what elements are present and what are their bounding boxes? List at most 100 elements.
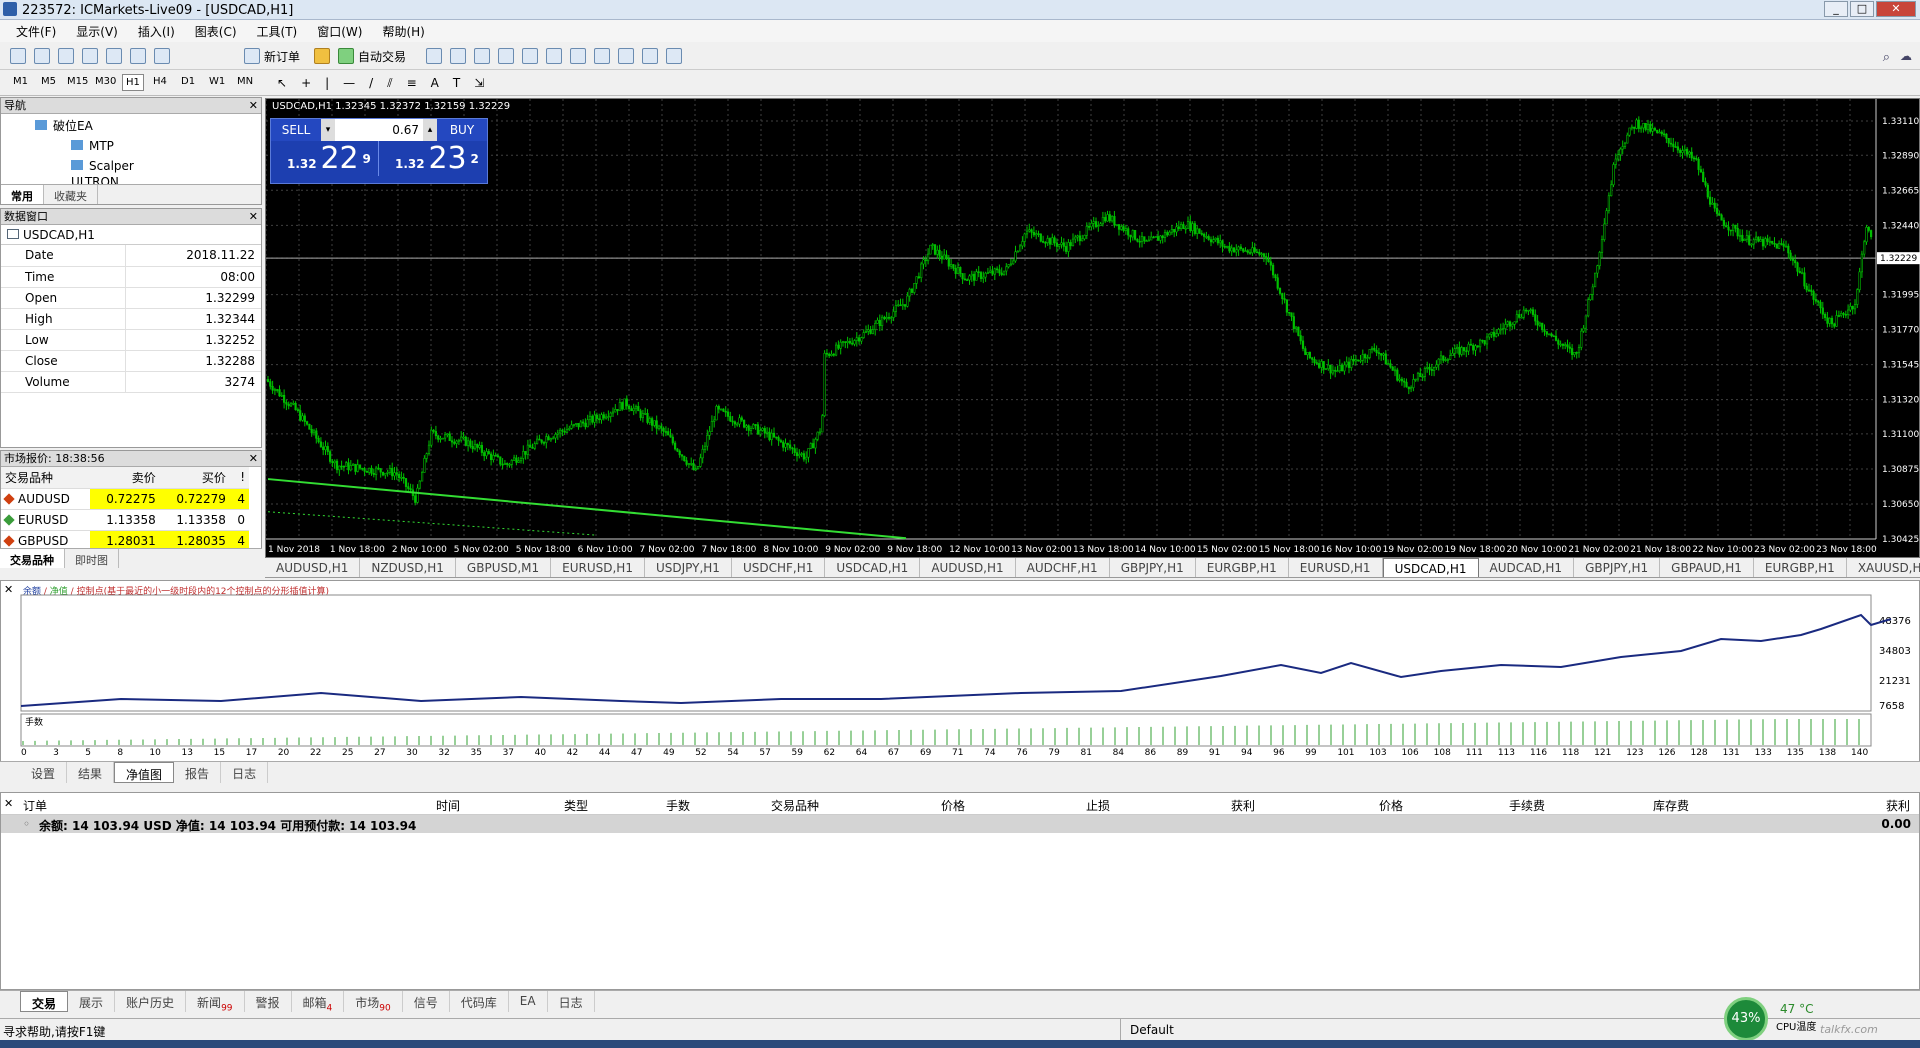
terminal-tab[interactable]: 市场90 [344,991,403,1013]
trendline-icon[interactable]: / [369,76,373,90]
tab-favorites[interactable]: 收藏夹 [44,185,98,204]
chart-tab[interactable]: EURGBP,H1 [1754,558,1847,577]
menu-help[interactable]: 帮助(H) [372,23,434,40]
close-icon[interactable]: ✕ [4,797,13,810]
close-icon[interactable]: ✕ [249,209,258,224]
orders-column-header[interactable]: 订单 [23,797,47,814]
tree-item-scalper[interactable]: Scalper [35,156,261,176]
orders-column-header[interactable]: 手续费 [1509,797,1545,814]
close-icon[interactable]: ✕ [249,98,258,113]
templates-icon[interactable] [666,48,682,64]
terminal-tab[interactable]: 邮箱4 [292,991,345,1013]
zoom-out-icon[interactable] [522,48,538,64]
zoom-in-icon[interactable] [498,48,514,64]
menu-window[interactable]: 窗口(W) [307,23,372,40]
tf-m30[interactable]: M30 [92,74,119,89]
chart-tab[interactable]: USDCAD,H1 [1382,558,1479,577]
chart-tab[interactable]: NZDUSD,H1 [360,558,456,577]
candlestick-chart[interactable]: 1.331101.328901.326651.324401.322291.319… [266,99,1920,559]
table-row[interactable]: AUDUSD 0.72275 0.72279 4 [1,488,249,510]
menu-file[interactable]: 文件(F) [6,23,66,40]
tester-tab[interactable]: 净值图 [114,762,175,783]
chart-tab[interactable]: USDCHF,H1 [732,558,826,577]
chat-icon[interactable]: ☁ [1900,49,1912,63]
tester-icon[interactable] [154,48,170,64]
tf-m5[interactable]: M5 [38,74,59,89]
profiles-icon[interactable] [34,48,50,64]
auto-scroll-icon[interactable] [594,48,610,64]
navigator-icon[interactable] [82,48,98,64]
horizontal-line-icon[interactable]: — [343,76,355,90]
orders-column-header[interactable]: 交易品种 [771,797,819,814]
col-ask[interactable]: 买价 [159,467,230,489]
menu-view[interactable]: 显示(V) [66,23,128,40]
tf-d1[interactable]: D1 [178,74,198,89]
metaeditor-icon[interactable] [314,48,330,64]
chart-tab[interactable]: AUDUSD,H1 [920,558,1016,577]
menu-insert[interactable]: 插入(I) [128,23,185,40]
new-order-button[interactable]: 新订单 [240,46,300,66]
terminal-tab[interactable]: 警报 [245,991,292,1012]
menu-charts[interactable]: 图表(C) [185,23,247,40]
tf-h1[interactable]: H1 [122,74,144,91]
chart-tab[interactable]: EURGBP,H1 [1196,558,1289,577]
chart-shift-icon[interactable] [570,48,586,64]
chart-tab[interactable]: AUDCHF,H1 [1016,558,1110,577]
search-icon[interactable]: ⌕ [1883,50,1890,65]
status-profile[interactable]: Default [1130,1023,1174,1037]
chart-tab[interactable]: XAUUSD,H1 [1847,558,1920,577]
periods-icon[interactable] [642,48,658,64]
chart-tab[interactable]: EURUSD,H1 [551,558,645,577]
terminal-tab[interactable]: 交易 [20,991,69,1012]
chart-tab[interactable]: GBPJPY,H1 [1110,558,1196,577]
text-label-icon[interactable]: T [453,76,460,90]
lot-decrease-button[interactable]: ▾ [321,119,335,141]
maximize-button[interactable]: □ [1850,1,1874,17]
col-symbol[interactable]: 交易品种 [1,467,90,489]
indicators-icon[interactable] [618,48,634,64]
chart-tab[interactable]: GBPUSD,M1 [456,558,552,577]
chart-tab[interactable]: AUDCAD,H1 [1479,558,1575,577]
tree-folder-ea[interactable]: 破位EA [35,116,261,136]
col-spread[interactable]: ! [229,467,249,489]
bar-chart-icon[interactable] [426,48,442,64]
market-watch-icon[interactable] [58,48,74,64]
terminal-tab[interactable]: 账户历史 [115,991,187,1012]
col-bid[interactable]: 卖价 [89,467,160,489]
sell-price[interactable]: 1.32 22 9 [271,141,379,176]
tf-w1[interactable]: W1 [206,74,228,89]
channel-icon[interactable]: ⫽ [387,76,392,91]
orders-column-header[interactable]: 手数 [666,797,690,814]
favorites-icon[interactable] [106,48,122,64]
chart-tab[interactable]: USDCAD,H1 [825,558,921,577]
orders-column-header[interactable]: 时间 [436,797,460,814]
tab-tick-chart[interactable]: 即时图 [65,549,119,568]
orders-column-header[interactable]: 止损 [1086,797,1110,814]
crosshair-icon[interactable]: + [301,76,311,90]
buy-price[interactable]: 1.32 23 2 [379,141,487,176]
menu-tools[interactable]: 工具(T) [247,23,308,40]
tester-tab[interactable]: 报告 [174,762,222,783]
tree-item-mtp[interactable]: MTP [35,136,261,156]
tree-item-ultron[interactable]: ULTRON [35,176,261,184]
orders-column-header[interactable]: 库存费 [1653,797,1689,814]
terminal-tab[interactable]: EA [509,991,548,1012]
terminal-tab[interactable]: 信号 [403,991,450,1012]
minimize-button[interactable]: _ [1824,1,1848,17]
tf-h4[interactable]: H4 [150,74,170,89]
chart-tab[interactable]: GBPAUD,H1 [1660,558,1754,577]
chart-tab[interactable]: USDJPY,H1 [645,558,732,577]
close-icon[interactable]: ✕ [249,451,258,466]
cursor-icon[interactable]: ↖ [277,76,287,90]
table-row[interactable]: EURUSD 1.13358 1.13358 0 [1,509,249,531]
orders-column-header[interactable]: 获利 [1231,797,1255,814]
tab-common[interactable]: 常用 [1,185,44,204]
sell-button[interactable]: SELL [271,119,321,141]
orders-column-header[interactable]: 类型 [564,797,588,814]
lot-size-input[interactable]: 0.67 [335,119,423,141]
tf-m15[interactable]: M15 [64,74,91,89]
auto-trading-button[interactable]: 自动交易 [334,46,406,66]
terminal-icon[interactable] [130,48,146,64]
orders-column-header[interactable]: 价格 [1379,797,1403,814]
tester-tab[interactable]: 结果 [67,762,115,783]
